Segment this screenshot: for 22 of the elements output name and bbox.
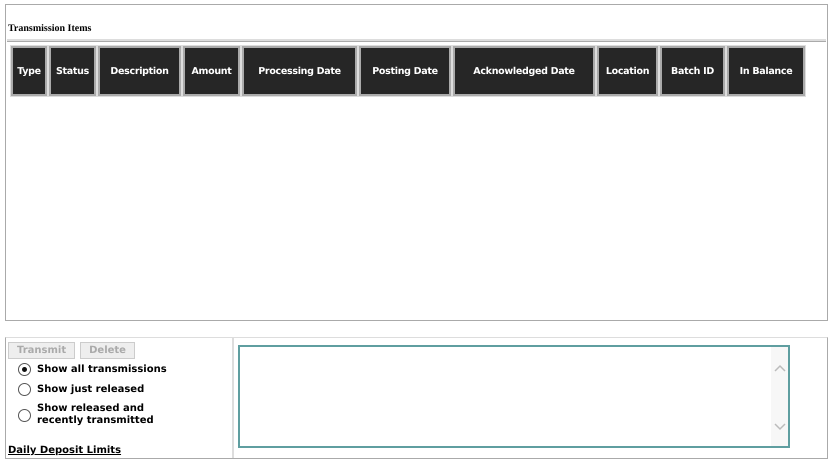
radio-button[interactable] (18, 363, 31, 376)
scrollbar[interactable] (771, 347, 788, 446)
message-field[interactable] (238, 345, 790, 448)
radio-button[interactable] (18, 408, 31, 422)
column-header: Location (597, 46, 658, 96)
radio-button[interactable] (18, 383, 31, 396)
column-header: Type (11, 46, 47, 96)
column-header: Description (98, 46, 181, 96)
section-title: Transmission Items (7, 23, 826, 41)
column-header: Batch ID (660, 46, 725, 96)
column-header: Acknowledged Date (453, 46, 595, 96)
radio-label: Show just released (37, 384, 146, 396)
radio-label: Show all transmissions (37, 364, 168, 376)
column-header: Processing Date (242, 46, 357, 96)
scroll-down-icon[interactable] (774, 423, 786, 431)
column-header: In Balance (727, 46, 805, 96)
radio-label: Show released and recently transmitted (37, 403, 155, 427)
scroll-up-icon[interactable] (774, 364, 786, 372)
column-header: Posting Date (359, 46, 451, 96)
daily-limits-link[interactable]: Daily Deposit Limits (8, 445, 122, 456)
column-header: Amount (183, 46, 240, 96)
column-header: Status (49, 46, 96, 96)
